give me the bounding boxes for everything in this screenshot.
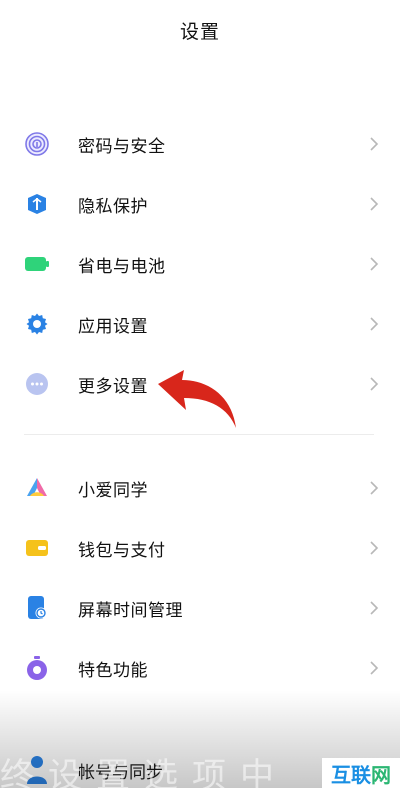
chevron-right-icon: [370, 137, 379, 151]
chevron-right-icon: [370, 601, 379, 615]
feature-icon: [24, 655, 50, 681]
page-title: 设置: [179, 20, 220, 43]
settings-item-label: 密码与安全: [78, 136, 166, 157]
xiaoai-icon: [24, 475, 50, 501]
watermark-caption: 终设置选项中: [0, 756, 288, 788]
chevron-right-icon: [370, 197, 379, 211]
settings-item-password-security[interactable]: 密码与安全: [0, 114, 400, 174]
settings-item-screen-time[interactable]: 屏幕时间管理: [0, 578, 400, 638]
settings-group-2: 小爱同学 钱包与支付 屏幕时间管理 特色功能: [0, 458, 400, 698]
chevron-right-icon: [370, 541, 379, 555]
chevron-right-icon: [370, 257, 379, 271]
chevron-right-icon: [370, 481, 379, 495]
settings-item-privacy[interactable]: 隐私保护: [0, 174, 400, 234]
watermark-logo: 互联 网: [322, 758, 400, 788]
settings-item-label: 省电与电池: [78, 256, 166, 277]
battery-icon: [24, 251, 50, 277]
watermark-logo-part-b: 网: [371, 762, 391, 787]
watermark-logo-part-a: 互联: [331, 762, 371, 787]
settings-item-label: 应用设置: [78, 316, 148, 337]
settings-item-wallet[interactable]: 钱包与支付: [0, 518, 400, 578]
section-divider: [24, 434, 374, 435]
shield-icon: [24, 191, 50, 217]
more-dots-icon: [24, 371, 50, 397]
gear-icon: [24, 311, 50, 337]
screen-time-icon: [24, 595, 50, 621]
settings-item-label: 屏幕时间管理: [78, 600, 183, 621]
chevron-right-icon: [370, 377, 379, 391]
wallet-icon: [24, 535, 50, 561]
settings-item-label: 特色功能: [78, 660, 148, 681]
settings-item-features[interactable]: 特色功能: [0, 638, 400, 698]
settings-item-app-settings[interactable]: 应用设置: [0, 294, 400, 354]
settings-item-battery[interactable]: 省电与电池: [0, 234, 400, 294]
pointer-arrow-icon: [158, 370, 236, 428]
header: 设置: [0, 0, 400, 60]
fingerprint-icon: [24, 131, 50, 157]
settings-item-label: 钱包与支付: [78, 540, 166, 561]
chevron-right-icon: [370, 661, 379, 675]
settings-item-label: 隐私保护: [78, 196, 148, 217]
settings-item-xiaoai[interactable]: 小爱同学: [0, 458, 400, 518]
settings-item-label: 小爱同学: [78, 480, 148, 501]
settings-item-label: 更多设置: [78, 376, 148, 397]
chevron-right-icon: [370, 317, 379, 331]
